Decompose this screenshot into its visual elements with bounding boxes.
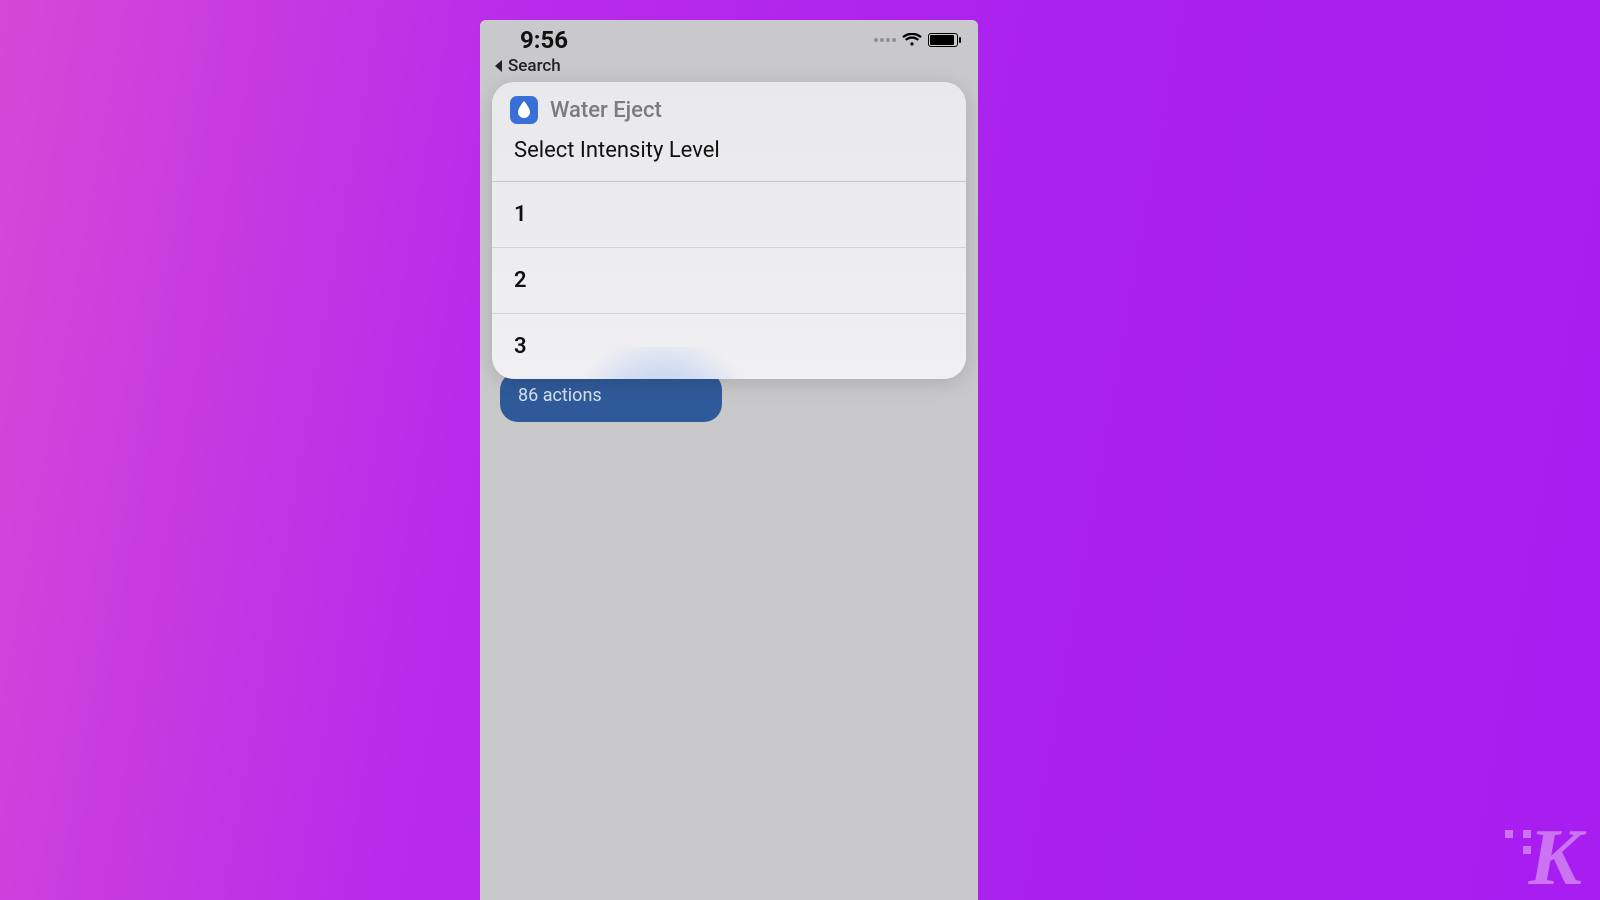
watermark-dots-icon — [1505, 830, 1531, 854]
watermark-letter: K — [1529, 826, 1582, 890]
status-time: 9:56 — [520, 26, 568, 54]
screen-body: 86 actions Water Eject Select Intensity … — [480, 82, 978, 892]
intensity-popup: Water Eject Select Intensity Level 1 2 3 — [492, 82, 966, 379]
popup-header: Water Eject — [492, 82, 966, 126]
cellular-dots-icon — [874, 38, 896, 42]
battery-icon — [928, 33, 958, 47]
shortcut-subtitle: 86 actions — [518, 385, 602, 406]
options-list: 1 2 3 — [492, 181, 966, 379]
wifi-icon — [902, 33, 922, 47]
option-2[interactable]: 2 — [492, 247, 966, 313]
status-right — [874, 33, 958, 47]
water-drop-icon — [510, 96, 538, 124]
back-to-search[interactable]: Search — [480, 56, 978, 82]
option-3[interactable]: 3 — [492, 313, 966, 379]
option-1[interactable]: 1 — [492, 182, 966, 247]
phone-frame: 9:56 Search 86 actions — [480, 20, 978, 900]
page-background: 9:56 Search 86 actions — [0, 0, 1600, 900]
back-chevron-icon — [494, 60, 504, 72]
status-bar: 9:56 — [480, 20, 978, 56]
shortcut-card[interactable]: 86 actions — [500, 372, 722, 422]
watermark: K — [1505, 826, 1582, 890]
breadcrumb-label: Search — [508, 56, 561, 76]
popup-title: Select Intensity Level — [492, 126, 966, 181]
popup-app-name: Water Eject — [550, 98, 662, 123]
